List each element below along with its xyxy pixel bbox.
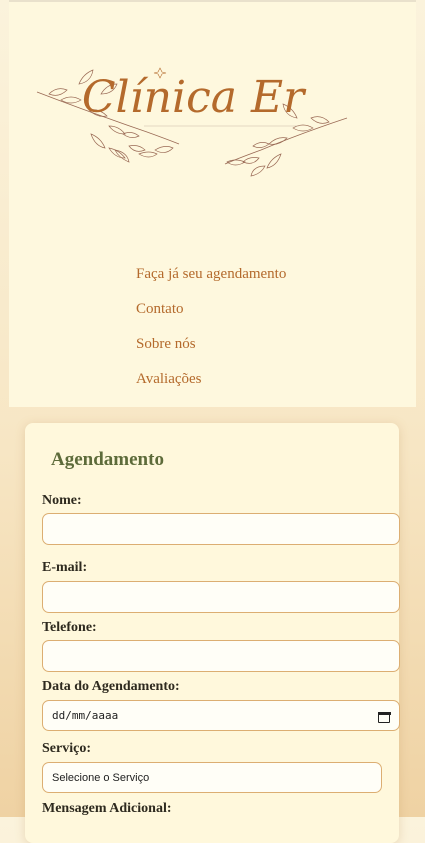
- mensagem-label: Mensagem Adicional:: [42, 801, 172, 816]
- laurel-logo-icon: Clínica Er: [36, 67, 348, 177]
- form-title: Agendamento: [51, 449, 164, 470]
- date-placeholder: dd/mm/aaaa: [52, 709, 119, 722]
- service-select[interactable]: Selecione o Serviço: [42, 762, 382, 793]
- nome-input[interactable]: [42, 513, 400, 545]
- site-header: Clínica Er Faça já seu agendamento Conta…: [9, 0, 416, 407]
- data-label: Data do Agendamento:: [42, 679, 180, 694]
- date-input[interactable]: dd/mm/aaaa: [42, 700, 400, 731]
- nav-link-sobre[interactable]: Sobre nós: [136, 334, 286, 369]
- service-select-value: Selecione o Serviço: [52, 771, 150, 784]
- logo-text: Clínica Er: [82, 72, 307, 123]
- nav-link-contato[interactable]: Contato: [136, 299, 286, 334]
- main-nav: Faça já seu agendamento Contato Sobre nó…: [136, 264, 286, 404]
- calendar-icon[interactable]: [378, 710, 391, 723]
- telefone-input[interactable]: [42, 640, 400, 672]
- servico-label: Serviço:: [42, 741, 91, 756]
- nome-label: Nome:: [42, 493, 82, 508]
- nav-link-avaliacoes[interactable]: Avaliações: [136, 369, 286, 404]
- email-label: E-mail:: [42, 560, 88, 575]
- email-input[interactable]: [42, 581, 400, 613]
- nav-link-agendamento[interactable]: Faça já seu agendamento: [136, 264, 286, 299]
- clinic-logo[interactable]: Clínica Er: [29, 54, 359, 184]
- telefone-label: Telefone:: [42, 620, 97, 635]
- appointment-form-card: Agendamento Nome: E-mail: Telefone: Data…: [25, 423, 400, 843]
